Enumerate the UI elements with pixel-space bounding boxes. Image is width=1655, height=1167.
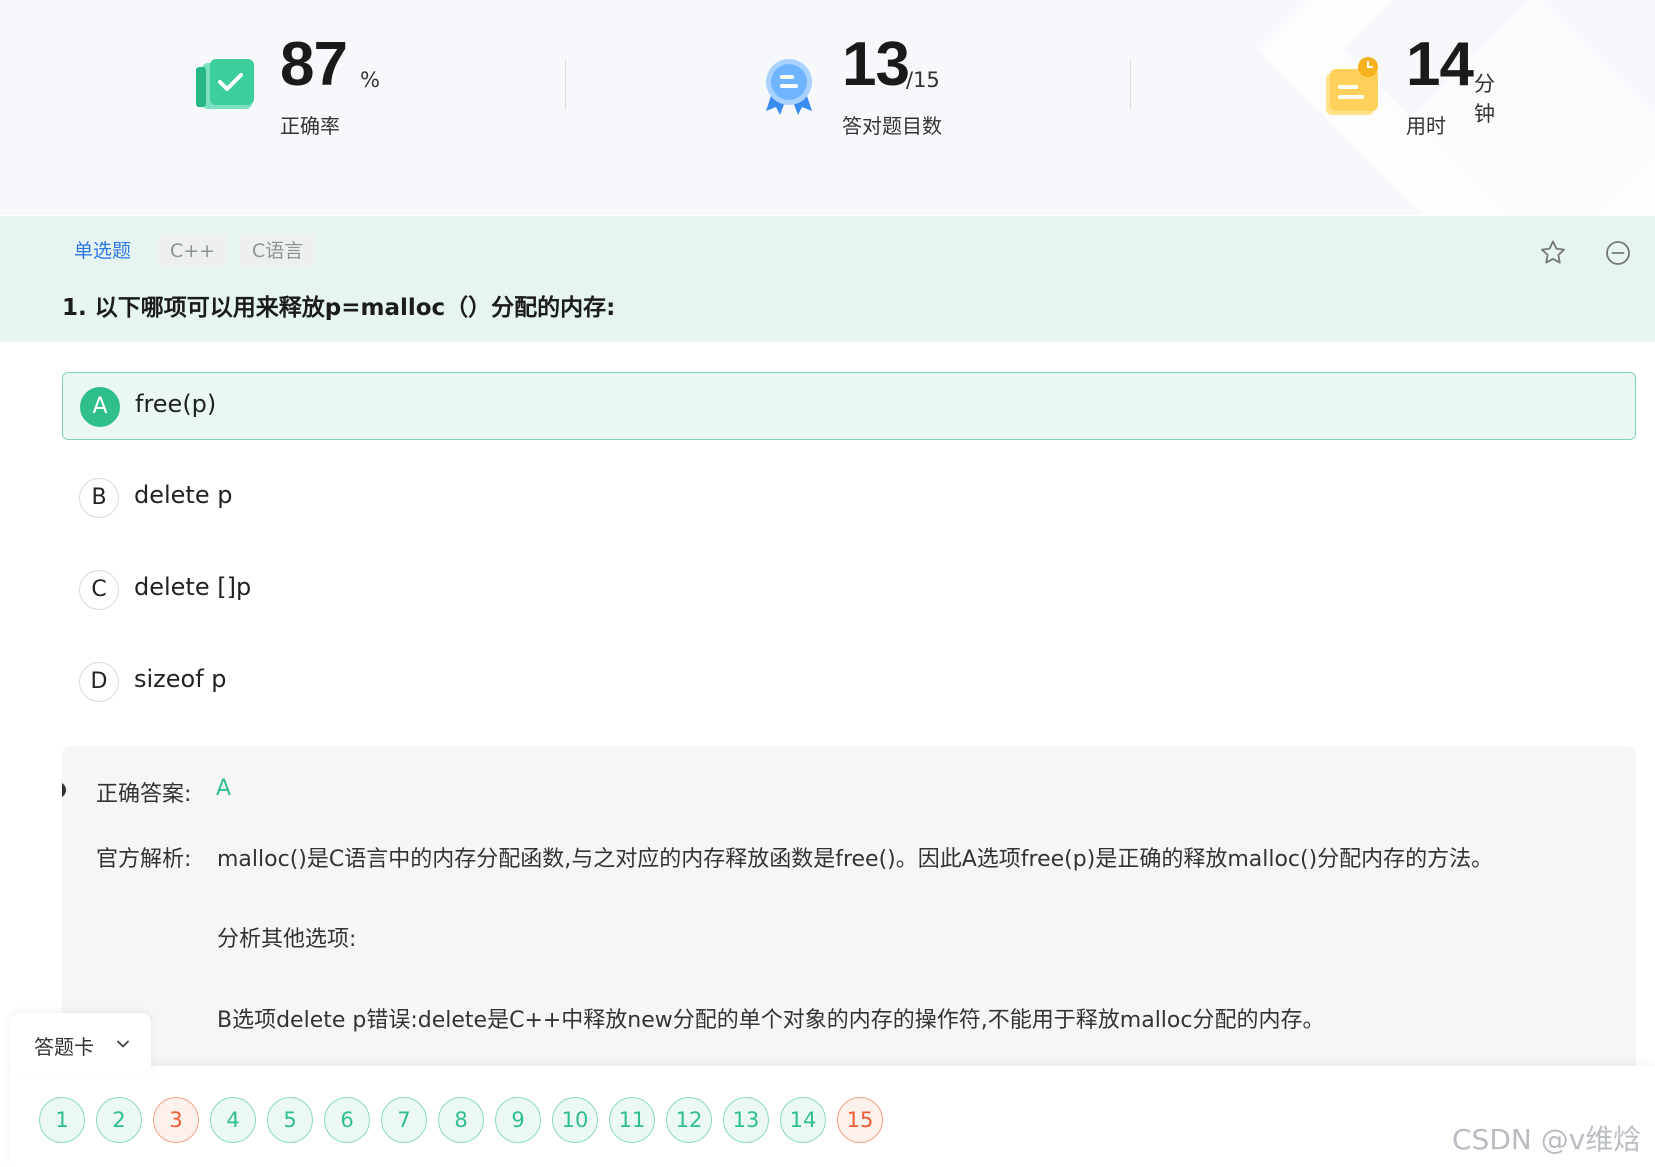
clock-note-icon [1326,57,1378,115]
time-used-unit: 分钟 [1474,72,1495,126]
check-book-icon [196,59,254,109]
question-number-9[interactable]: 9 [495,1097,541,1143]
stat-divider [565,60,566,110]
accuracy-unit: % [360,68,380,92]
practice-result-page: 87 % 正确率 13 /15 答对题目数 14 分钟 用时 单选题 C++ C… [0,0,1655,1167]
option-text: delete p [134,481,233,509]
tag-cpp: C++ [158,234,228,268]
option-text: delete []p [134,573,252,601]
option-letter: D [79,662,119,702]
correct-count-total: /15 [906,68,940,92]
answer-card-toggle[interactable]: 答题卡 [10,1013,151,1075]
question-number-5[interactable]: 5 [267,1097,313,1143]
question-number-14[interactable]: 14 [780,1097,826,1143]
stats-header: 87 % 正确率 13 /15 答对题目数 14 分钟 用时 [0,0,1655,215]
question-number-10[interactable]: 10 [552,1097,598,1143]
question-number-1[interactable]: 1 [39,1097,85,1143]
correct-count-value: 13 [842,30,910,99]
question-title: 1. 以下哪项可以用来释放p=malloc（）分配的内存: [62,295,616,321]
question-number-6[interactable]: 6 [324,1097,370,1143]
explanation-panel: 正确答案: A 官方解析: malloc()是C语言中的内存分配函数,与之对应的… [62,746,1636,1086]
watermark: CSDN @v维焓 [1452,1123,1642,1156]
award-ribbon-icon [766,59,812,115]
question-number-3[interactable]: 3 [153,1097,199,1143]
question-type-tag: 单选题 [74,240,132,262]
option-text: sizeof p [134,665,227,693]
question-number-4[interactable]: 4 [210,1097,256,1143]
chevron-down-icon [117,1040,129,1048]
analysis-paragraph: 分析其他选项: [217,927,357,952]
answer-card-label: 答题卡 [34,1035,94,1059]
option-letter: A [80,387,120,427]
option-d[interactable]: D sizeof p [62,648,1636,716]
question-header: 单选题 C++ C语言 1. 以下哪项可以用来释放p=malloc（）分配的内存… [0,216,1655,342]
question-number-8[interactable]: 8 [438,1097,484,1143]
question-number-7[interactable]: 7 [381,1097,427,1143]
answer-card-bar: 1 2 3 4 5 6 7 8 9 10 11 12 13 14 15 [10,1066,1655,1167]
accuracy-value: 87 [280,30,348,99]
star-icon[interactable] [1538,238,1568,268]
accuracy-label: 正确率 [280,114,340,138]
question-number-2[interactable]: 2 [96,1097,142,1143]
correct-answer-label: 正确答案: [96,782,192,807]
tag-c-language: C语言 [240,234,316,268]
analysis-paragraph: B选项delete p错误:delete是C++中释放new分配的单个对象的内存… [217,1008,1325,1033]
time-used-value: 14 [1406,30,1474,99]
option-text: free(p) [135,390,217,418]
correct-count-label: 答对题目数 [842,114,942,138]
correct-answer-value: A [216,776,232,801]
panel-marker [62,782,66,798]
option-letter: B [79,478,119,518]
option-b[interactable]: B delete p [62,464,1636,532]
option-letter: C [79,570,119,610]
analysis-paragraph: malloc()是C语言中的内存分配函数,与之对应的内存释放函数是free()。… [217,847,1494,872]
collapse-icon[interactable] [1603,238,1633,268]
analysis-label: 官方解析: [96,847,192,872]
option-a[interactable]: A free(p) [62,372,1636,440]
time-used-label: 用时 [1406,114,1446,138]
question-number-12[interactable]: 12 [666,1097,712,1143]
question-number-15[interactable]: 15 [837,1097,883,1143]
question-number-11[interactable]: 11 [609,1097,655,1143]
question-number-13[interactable]: 13 [723,1097,769,1143]
option-c[interactable]: C delete []p [62,556,1636,624]
stat-divider [1130,60,1131,110]
